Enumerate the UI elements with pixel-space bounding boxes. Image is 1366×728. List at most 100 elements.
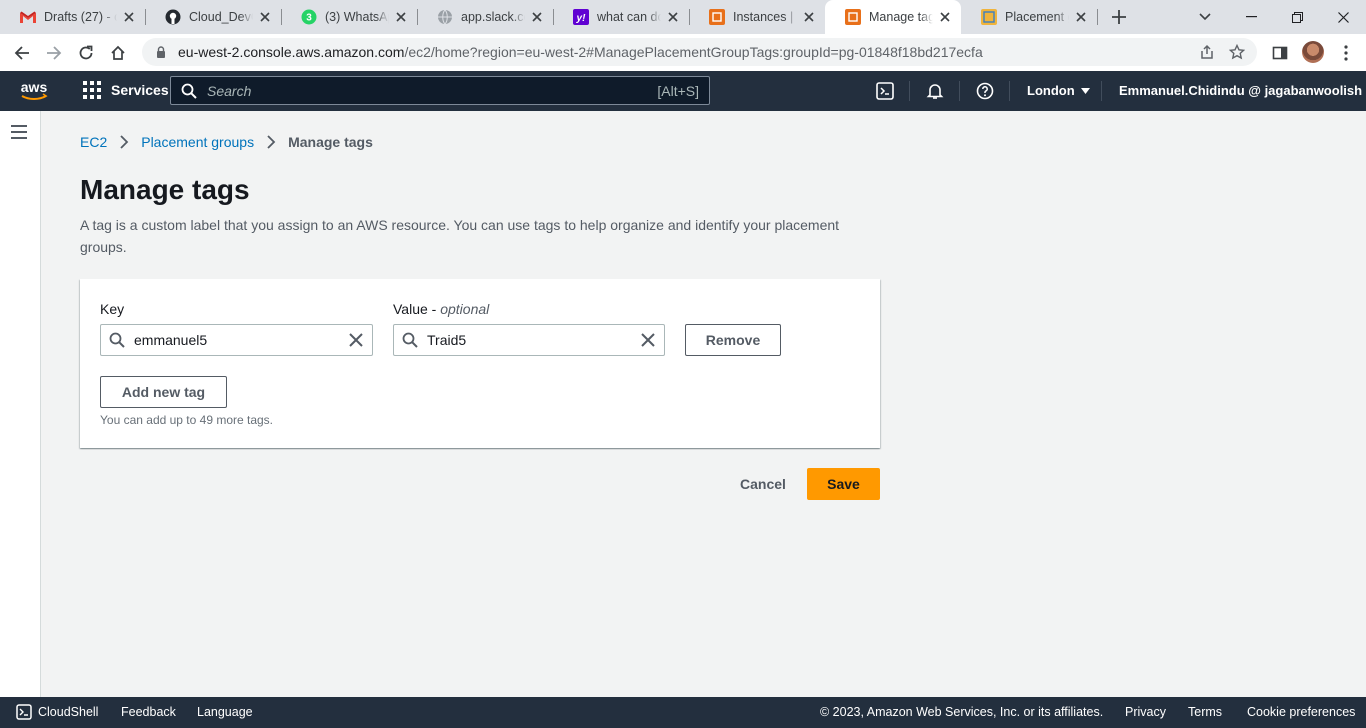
tab-label: Manage tags [869, 10, 933, 24]
tab-label: what can doc [597, 10, 661, 24]
region-label: London [1027, 83, 1075, 98]
back-arrow-icon[interactable] [9, 40, 35, 66]
menu-icon[interactable] [11, 125, 29, 139]
tab-whatsapp[interactable]: 3 (3) WhatsApp [281, 0, 417, 34]
close-window-icon[interactable] [1320, 0, 1366, 34]
aws-search-input[interactable] [207, 82, 658, 99]
url-field[interactable]: eu-west-2.console.aws.amazon.com/ec2/hom… [142, 38, 1257, 66]
tag-value-input[interactable] [427, 332, 640, 348]
side-navigation-rail [0, 111, 41, 697]
copyright-text: © 2023, Amazon Web Services, Inc. or its… [820, 705, 1104, 719]
services-menu-button[interactable]: Services [83, 81, 169, 99]
key-label: Key [100, 301, 125, 317]
close-icon[interactable] [257, 9, 273, 25]
close-icon[interactable] [529, 9, 545, 25]
cloudshell-footer-button[interactable]: CloudShell [16, 704, 98, 720]
aws-logo-icon[interactable]: aws [18, 79, 50, 103]
restore-icon[interactable] [1274, 0, 1320, 34]
whatsapp-icon: 3 [301, 9, 317, 25]
clear-icon[interactable] [348, 332, 364, 348]
cloudshell-label: CloudShell [38, 705, 99, 719]
close-icon[interactable] [665, 9, 681, 25]
svg-text:3: 3 [306, 13, 312, 24]
tag-value-field[interactable] [393, 324, 665, 356]
tab-slack[interactable]: app.slack.com [417, 0, 553, 34]
tab-placement-groups[interactable]: Placement gr [961, 0, 1097, 34]
value-label-text: Value - [393, 301, 441, 317]
breadcrumb-placement-groups[interactable]: Placement groups [141, 134, 254, 150]
chevron-right-icon [120, 135, 129, 149]
account-label: Emmanuel.Chidindu @ jagabanwoolish [1119, 83, 1363, 98]
breadcrumb-ec2[interactable]: EC2 [80, 134, 107, 150]
new-tab-button[interactable] [1109, 7, 1129, 27]
add-new-tag-button[interactable]: Add new tag [100, 376, 227, 408]
account-menu[interactable]: Emmanuel.Chidindu @ jagabanwoolish [1119, 83, 1366, 98]
forward-arrow-icon[interactable] [41, 40, 67, 66]
tab-label: app.slack.com [461, 10, 525, 24]
value-label: Value - optional [393, 301, 489, 317]
chevron-right-icon [267, 135, 276, 149]
value-optional-text: optional [440, 301, 490, 317]
svg-text:y!: y! [576, 13, 587, 24]
reload-icon[interactable] [73, 40, 99, 66]
help-icon[interactable] [975, 81, 995, 101]
tag-key-field[interactable] [100, 324, 373, 356]
save-button[interactable]: Save [807, 468, 880, 500]
aws-search-field[interactable]: [Alt+S] [170, 76, 710, 105]
yahoo-icon: y! [573, 9, 589, 25]
notifications-bell-icon[interactable] [925, 81, 945, 101]
bookmark-star-icon[interactable] [1229, 44, 1245, 60]
cookie-preferences-link[interactable]: Cookie preferences [1247, 705, 1355, 719]
home-icon[interactable] [105, 40, 131, 66]
breadcrumb-current: Manage tags [288, 134, 373, 150]
tab-search-chevron-icon[interactable] [1194, 6, 1216, 28]
minimize-icon[interactable] [1228, 0, 1274, 34]
close-icon[interactable] [1073, 9, 1089, 25]
tag-limit-hint: You can add up to 49 more tags. [100, 413, 274, 427]
tab-label: Instances | EC [733, 10, 797, 24]
globe-icon [437, 9, 453, 25]
cancel-button[interactable]: Cancel [730, 468, 796, 500]
privacy-link[interactable]: Privacy [1125, 705, 1166, 719]
browser-menu-icon[interactable] [1333, 40, 1359, 66]
aws-ec2-icon [709, 9, 725, 25]
tab-github[interactable]: Cloud_DevOp [145, 0, 281, 34]
tab-label: Drafts (27) - c [44, 10, 117, 24]
search-icon [109, 332, 125, 348]
cloudshell-icon[interactable] [875, 81, 895, 101]
gmail-icon [20, 9, 36, 25]
remove-tag-button[interactable]: Remove [685, 324, 781, 356]
cloudshell-icon [16, 704, 32, 720]
url-text: eu-west-2.console.aws.amazon.com/ec2/hom… [178, 44, 983, 60]
feedback-link[interactable]: Feedback [121, 705, 176, 719]
lock-icon [157, 46, 165, 58]
address-bar-row: eu-west-2.console.aws.amazon.com/ec2/hom… [0, 34, 1366, 71]
close-icon[interactable] [393, 9, 409, 25]
caret-down-icon [1080, 87, 1090, 94]
page-description: A tag is a custom label that you assign … [80, 217, 840, 255]
console-footer: CloudShell Feedback Language © 2023, Ama… [0, 697, 1366, 728]
tab-gmail[interactable]: Drafts (27) - c [0, 0, 145, 34]
region-selector[interactable]: London [1027, 83, 1090, 98]
close-icon[interactable] [801, 9, 817, 25]
profile-avatar[interactable] [1302, 41, 1324, 63]
github-icon [165, 9, 181, 25]
services-label: Services [111, 82, 169, 98]
tab-label: Placement gr [1005, 10, 1069, 24]
page-title: Manage tags [80, 174, 250, 205]
tab-label: Cloud_DevOp [189, 10, 253, 24]
tag-key-input[interactable] [134, 332, 348, 348]
tab-instances[interactable]: Instances | EC [689, 0, 825, 34]
url-host: eu-west-2.console.aws.amazon.com [178, 44, 405, 60]
side-panel-icon[interactable] [1267, 40, 1293, 66]
tab-yahoo[interactable]: y! what can doc [553, 0, 689, 34]
close-icon[interactable] [937, 9, 953, 25]
close-icon[interactable] [121, 9, 137, 25]
language-link[interactable]: Language [197, 705, 253, 719]
clear-icon[interactable] [640, 332, 656, 348]
terms-link[interactable]: Terms [1188, 705, 1222, 719]
svg-text:aws: aws [21, 79, 48, 95]
share-icon[interactable] [1199, 44, 1215, 60]
tab-manage-tags[interactable]: Manage tags [825, 0, 961, 34]
url-path: /ec2/home?region=eu-west-2#ManagePlaceme… [404, 44, 983, 60]
